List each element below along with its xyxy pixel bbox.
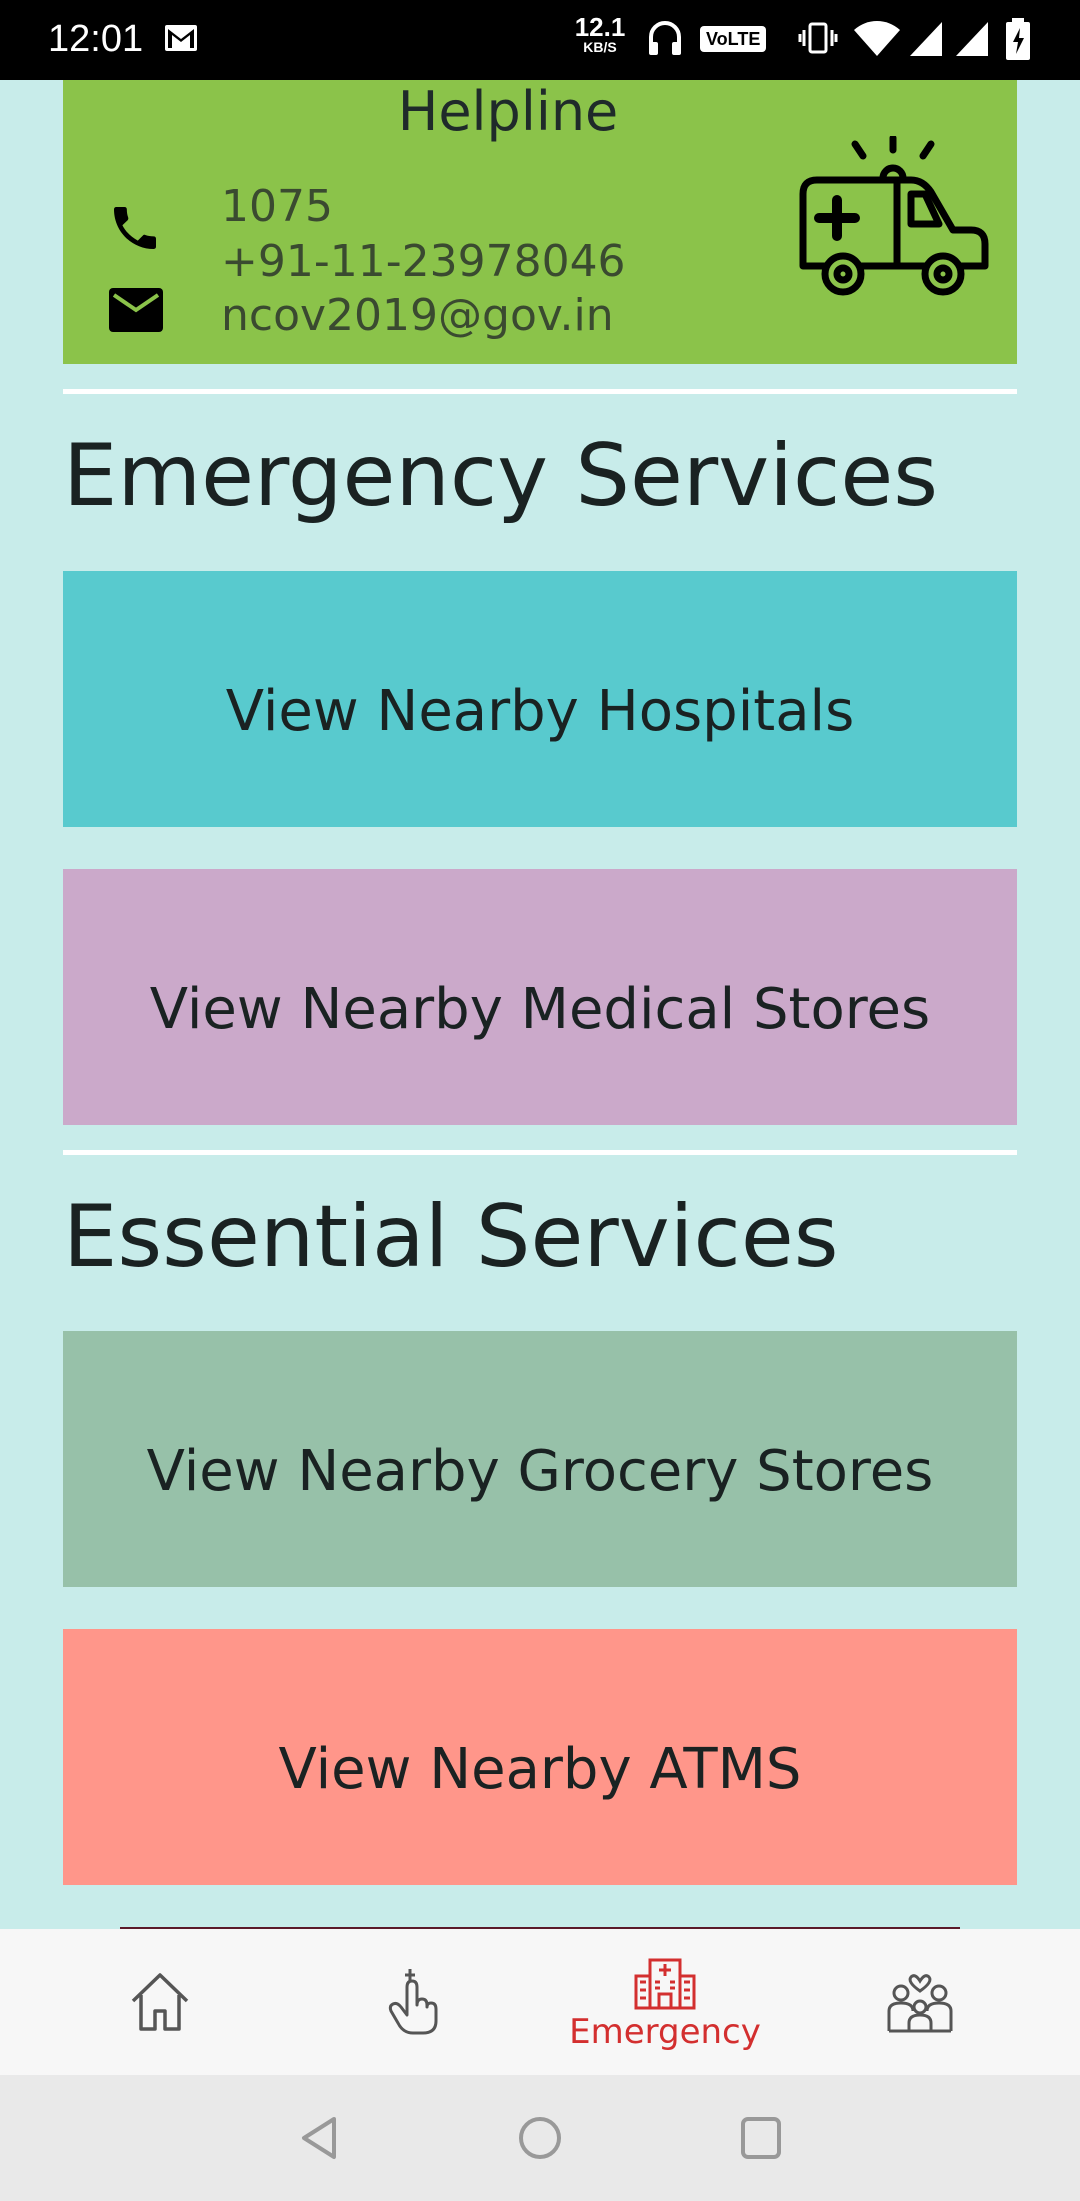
volte-badge: VoLTE	[700, 26, 767, 52]
headphones-icon	[649, 21, 681, 55]
bottom-navigation: Emergency	[0, 1929, 1080, 2075]
divider	[63, 389, 1017, 394]
helpline-card: Helpline 1075 +91-11-23978046 ncov2019@g…	[63, 80, 1017, 364]
status-time: 12:01	[48, 18, 144, 60]
helpline-email[interactable]: ncov2019@gov.in	[221, 289, 614, 343]
wifi-icon	[854, 21, 900, 56]
view-nearby-medical-stores-button[interactable]: View Nearby Medical Stores	[63, 869, 1017, 1125]
ambulance-icon	[799, 136, 989, 296]
view-nearby-atms-button[interactable]: View Nearby ATMS	[63, 1629, 1017, 1885]
vibrate-icon	[798, 22, 838, 54]
helpline-number[interactable]: +91-11-23978046	[221, 235, 626, 289]
nav-emergency[interactable]: Emergency	[560, 1929, 770, 2075]
signal-icon	[956, 22, 988, 56]
phone-icon	[114, 207, 156, 249]
recents-icon[interactable]	[738, 2113, 784, 2163]
system-navigation	[0, 2075, 1080, 2201]
network-speed: 12.1 KB/S	[574, 12, 626, 55]
nav-community[interactable]	[870, 1929, 970, 2075]
helpline-number[interactable]: 1075	[221, 180, 333, 234]
divider	[63, 1150, 1017, 1155]
view-nearby-grocery-stores-button[interactable]: View Nearby Grocery Stores	[63, 1331, 1017, 1587]
view-nearby-hospitals-button[interactable]: View Nearby Hospitals	[63, 571, 1017, 827]
home-circle-icon[interactable]	[516, 2113, 564, 2163]
back-icon[interactable]	[296, 2113, 342, 2163]
signal-icon	[910, 22, 942, 56]
hand-pointer-icon	[388, 1969, 438, 2035]
essential-services-title: Essential Services	[63, 1187, 839, 1287]
status-bar: 12:01 12.1 KB/S VoLTE	[0, 0, 1080, 80]
nav-emergency-label: Emergency	[569, 2012, 761, 2052]
battery-charging-icon	[1006, 18, 1030, 60]
helpline-title: Helpline	[397, 80, 619, 143]
nav-home[interactable]	[110, 1929, 210, 2075]
family-icon	[887, 1974, 953, 2033]
mail-icon	[109, 288, 163, 332]
emergency-services-title: Emergency Services	[63, 426, 939, 526]
gmail-icon	[165, 25, 197, 51]
nav-touch[interactable]	[364, 1929, 464, 2075]
hospital-icon	[634, 1958, 696, 2010]
home-icon	[131, 1973, 189, 2031]
